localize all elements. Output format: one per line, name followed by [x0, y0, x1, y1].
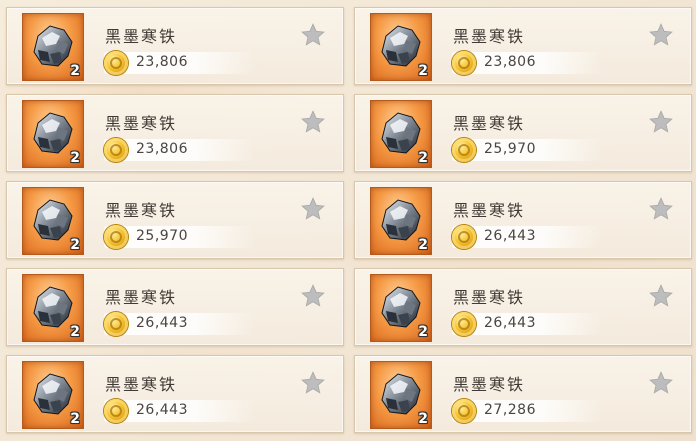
item-name: 黑墨寒铁 [105, 288, 178, 307]
item-icon-frame: 2 [370, 361, 432, 429]
star-icon[interactable] [300, 196, 326, 222]
star-icon[interactable] [648, 370, 674, 396]
item-card[interactable]: 2 黑墨寒铁 23,806 [6, 94, 344, 172]
item-icon-frame: 2 [22, 13, 84, 81]
item-name: 黑墨寒铁 [453, 27, 526, 46]
item-card[interactable]: 2 黑墨寒铁 26,443 [354, 181, 692, 259]
star-icon[interactable] [648, 22, 674, 48]
item-name: 黑墨寒铁 [453, 114, 526, 133]
item-icon-frame: 2 [22, 100, 84, 168]
item-price: 26,443 [484, 228, 536, 244]
item-card[interactable]: 2 黑墨寒铁 26,443 [6, 355, 344, 433]
coin-icon [452, 225, 476, 249]
item-icon-frame: 2 [370, 187, 432, 255]
item-quantity: 2 [418, 237, 428, 253]
item-quantity: 2 [418, 411, 428, 427]
item-icon-frame: 2 [370, 274, 432, 342]
item-price: 23,806 [136, 141, 188, 157]
item-quantity: 2 [70, 411, 80, 427]
coin-icon [104, 399, 128, 423]
item-name: 黑墨寒铁 [105, 114, 178, 133]
item-quantity: 2 [418, 324, 428, 340]
item-icon-frame: 2 [22, 187, 84, 255]
item-icon-frame: 2 [370, 13, 432, 81]
price-bar: 25,970 [452, 138, 602, 162]
price-bar: 25,970 [104, 225, 254, 249]
coin-icon [452, 399, 476, 423]
item-name: 黑墨寒铁 [105, 375, 178, 394]
item-name: 黑墨寒铁 [105, 27, 178, 46]
price-bar: 23,806 [104, 138, 254, 162]
star-icon[interactable] [300, 22, 326, 48]
item-name: 黑墨寒铁 [453, 288, 526, 307]
item-card[interactable]: 2 黑墨寒铁 23,806 [354, 7, 692, 85]
item-quantity: 2 [70, 324, 80, 340]
price-bar: 23,806 [452, 51, 602, 75]
coin-icon [104, 138, 128, 162]
item-quantity: 2 [418, 150, 428, 166]
item-price: 25,970 [136, 228, 188, 244]
item-quantity: 2 [70, 237, 80, 253]
item-card[interactable]: 2 黑墨寒铁 25,970 [6, 181, 344, 259]
item-price: 26,443 [484, 315, 536, 331]
star-icon[interactable] [648, 196, 674, 222]
item-quantity: 2 [418, 63, 428, 79]
coin-icon [452, 138, 476, 162]
item-price: 23,806 [136, 54, 188, 70]
price-bar: 26,443 [452, 312, 602, 336]
item-price: 27,286 [484, 402, 536, 418]
coin-icon [104, 225, 128, 249]
coin-icon [452, 51, 476, 75]
price-bar: 23,806 [104, 51, 254, 75]
item-icon-frame: 2 [22, 274, 84, 342]
coin-icon [452, 312, 476, 336]
item-price: 25,970 [484, 141, 536, 157]
star-icon[interactable] [648, 109, 674, 135]
item-quantity: 2 [70, 150, 80, 166]
price-bar: 26,443 [104, 399, 254, 423]
star-icon[interactable] [300, 109, 326, 135]
star-icon[interactable] [300, 370, 326, 396]
item-price: 26,443 [136, 315, 188, 331]
item-icon-frame: 2 [370, 100, 432, 168]
price-bar: 27,286 [452, 399, 602, 423]
item-price: 26,443 [136, 402, 188, 418]
item-quantity: 2 [70, 63, 80, 79]
item-card[interactable]: 2 黑墨寒铁 26,443 [354, 268, 692, 346]
item-price: 23,806 [484, 54, 536, 70]
item-name: 黑墨寒铁 [105, 201, 178, 220]
item-card[interactable]: 2 黑墨寒铁 27,286 [354, 355, 692, 433]
star-icon[interactable] [300, 283, 326, 309]
item-card[interactable]: 2 黑墨寒铁 23,806 [6, 7, 344, 85]
item-card[interactable]: 2 黑墨寒铁 26,443 [6, 268, 344, 346]
coin-icon [104, 51, 128, 75]
star-icon[interactable] [648, 283, 674, 309]
coin-icon [104, 312, 128, 336]
item-listing-grid: 2 黑墨寒铁 23,806 2 黑墨寒铁 23,806 2 黑墨寒铁 23,80… [6, 7, 692, 433]
price-bar: 26,443 [104, 312, 254, 336]
price-bar: 26,443 [452, 225, 602, 249]
item-card[interactable]: 2 黑墨寒铁 25,970 [354, 94, 692, 172]
item-name: 黑墨寒铁 [453, 375, 526, 394]
item-name: 黑墨寒铁 [453, 201, 526, 220]
item-icon-frame: 2 [22, 361, 84, 429]
